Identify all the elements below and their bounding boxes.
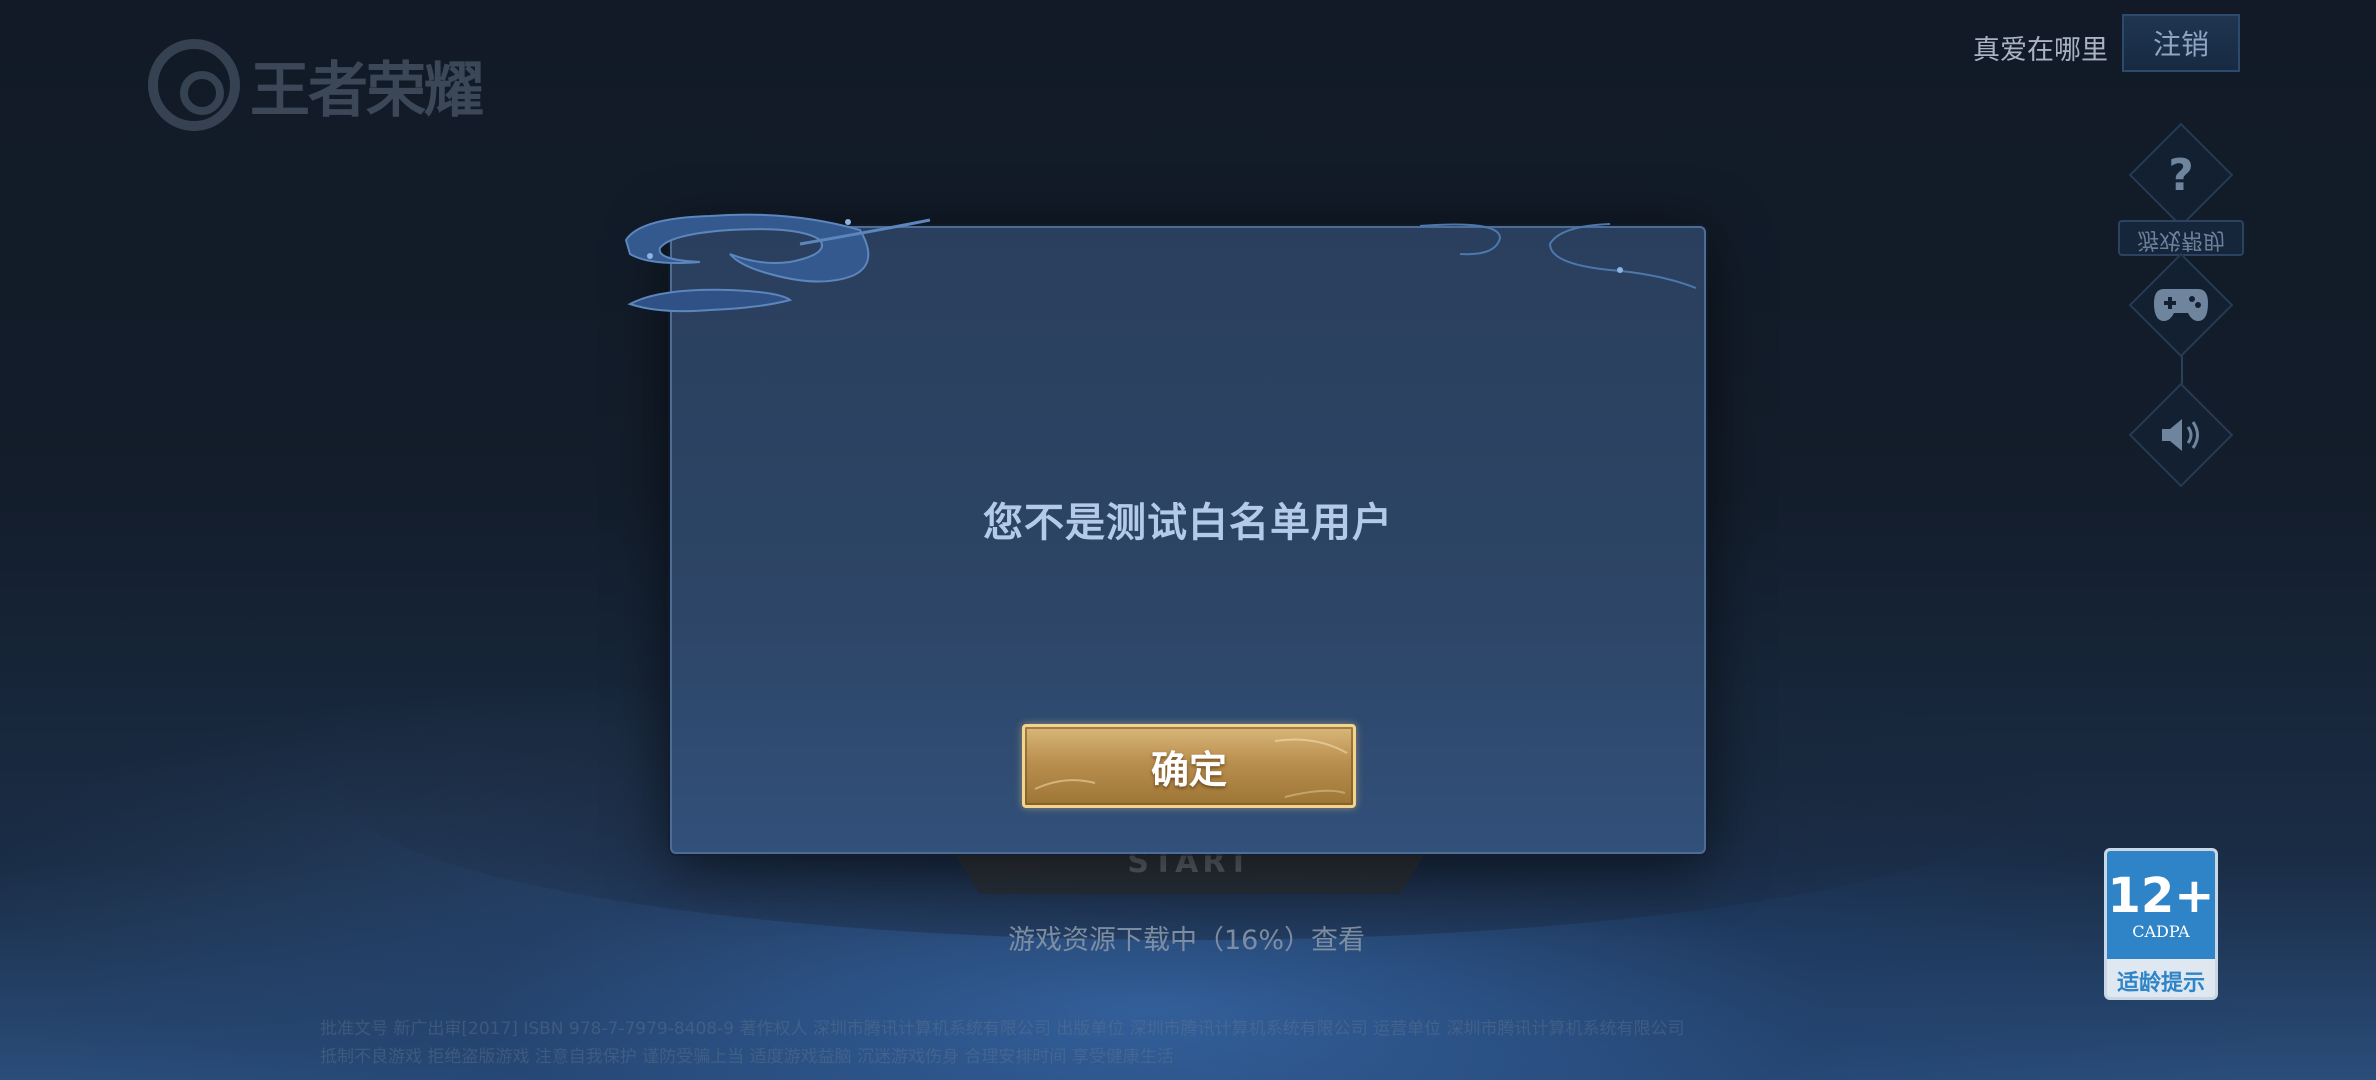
- gamepad-icon[interactable]: [2144, 268, 2218, 342]
- help-label: 游戏帮助: [2118, 220, 2244, 256]
- age-rating-number: 12+: [2107, 867, 2215, 924]
- question-icon[interactable]: ?: [2144, 138, 2218, 212]
- footer-legal-line-2: 抵制不良游戏 拒绝盗版游戏 注意自我保护 谨防受骗上当 适度游戏益脑 沉迷游戏伤…: [320, 1047, 1174, 1067]
- dialog-message: 您不是测试白名单用户: [983, 500, 1393, 546]
- alert-dialog: 您不是测试白名单用户 确定: [670, 226, 1706, 854]
- logo-emblem-icon: [148, 39, 240, 131]
- age-rating-badge[interactable]: 12+ CADPA 适龄提示: [2104, 848, 2218, 1000]
- age-rating-tip: 适龄提示: [2116, 971, 2205, 996]
- age-rating-top: 12+ CADPA: [2107, 851, 2215, 959]
- download-status: 游戏资源下载中（16%）查看: [1008, 925, 1366, 956]
- game-logo: 王者荣耀: [148, 39, 484, 131]
- footer-legal-line-1: 批准文号 新广出审[2017] ISBN 978-7-7979-8408-9 著…: [320, 1019, 1685, 1039]
- logout-button[interactable]: 注销: [2122, 14, 2240, 72]
- confirm-button[interactable]: 确定: [1022, 724, 1356, 808]
- user-name: 真爱在哪里: [1973, 35, 2108, 66]
- confirm-label: 确定: [1150, 747, 1227, 792]
- speaker-icon[interactable]: [2144, 398, 2218, 472]
- age-rating-org: CADPA: [2132, 921, 2190, 941]
- logo-text: 王者荣耀: [250, 55, 484, 126]
